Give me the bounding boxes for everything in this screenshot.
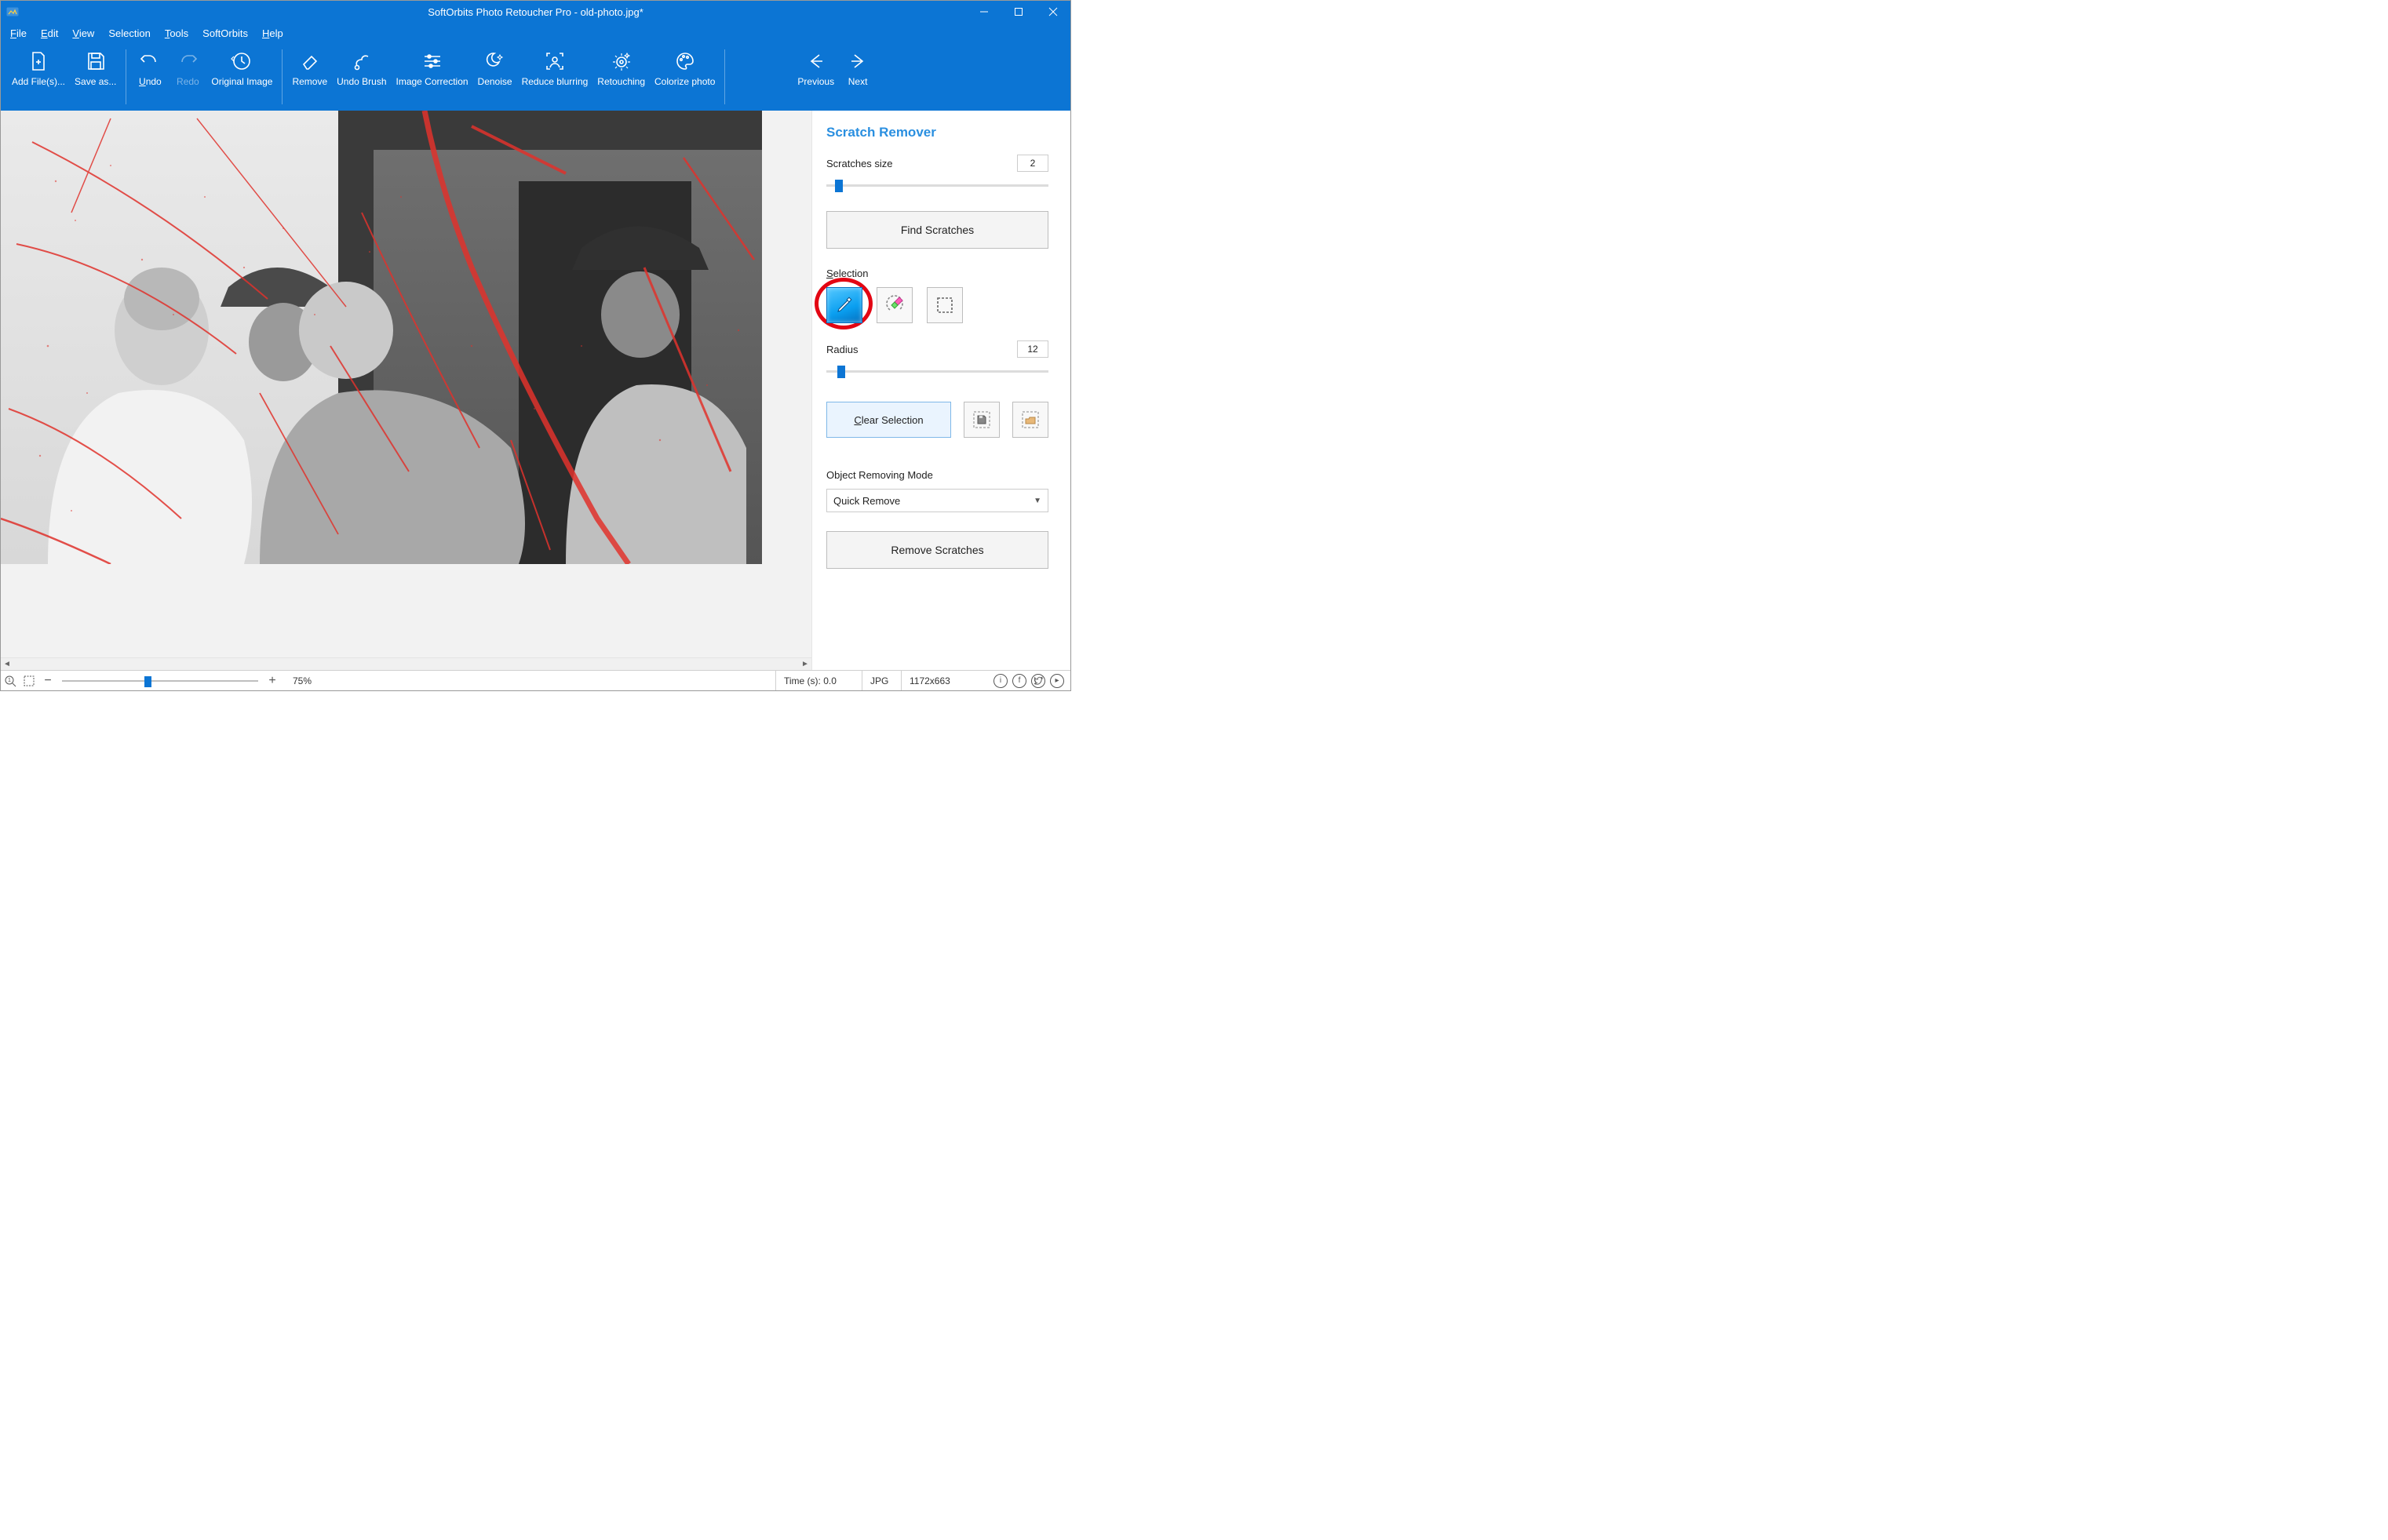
- save-icon: [85, 48, 107, 75]
- svg-text:1: 1: [8, 678, 11, 683]
- object-removing-mode-combo[interactable]: Quick Remove ▼: [826, 489, 1048, 512]
- object-removing-mode-label: Object Removing Mode: [826, 469, 1048, 481]
- eraser-color-icon: [884, 294, 906, 316]
- statusbar: 1 − + 75% Time (s): 0.0 JPG 1172x663 i f…: [1, 670, 1070, 690]
- scratches-size-slider[interactable]: [826, 178, 1048, 192]
- focus-person-icon: [544, 48, 566, 75]
- app-window: SoftOrbits Photo Retoucher Pro - old-pho…: [0, 0, 1071, 691]
- undo-brush-button[interactable]: Undo Brush: [332, 46, 391, 89]
- scratches-size-input[interactable]: 2: [1017, 155, 1048, 172]
- find-scratches-button[interactable]: Find Scratches: [826, 211, 1048, 249]
- marquee-tool-button[interactable]: [927, 287, 963, 323]
- redo-button[interactable]: Redo: [169, 46, 206, 89]
- marker-tool-button[interactable]: [826, 287, 862, 323]
- radius-label: Radius: [826, 344, 858, 355]
- reduce-blurring-button[interactable]: Reduce blurring: [517, 46, 593, 89]
- arrow-left-icon: [805, 48, 827, 75]
- selection-label: Selection: [826, 268, 1048, 279]
- chevron-down-icon: ▼: [1034, 497, 1041, 505]
- original-image-button[interactable]: Original Image: [206, 46, 277, 89]
- load-selection-icon: [1020, 410, 1041, 430]
- save-as-button[interactable]: Save as...: [70, 46, 121, 89]
- close-button[interactable]: [1036, 1, 1070, 23]
- colorize-photo-button[interactable]: Colorize photo: [650, 46, 720, 89]
- image-correction-button[interactable]: Image Correction: [392, 46, 473, 89]
- arrow-right-icon: [847, 48, 869, 75]
- format-readout: JPG: [862, 671, 901, 690]
- sidebar: Scratch Remover Scratches size 2 Find Sc…: [811, 111, 1070, 670]
- zoom-value: 75%: [293, 675, 312, 686]
- radius-slider[interactable]: [826, 364, 1048, 378]
- add-files-button[interactable]: Add File(s)...: [7, 46, 70, 89]
- zoom-in-button[interactable]: +: [263, 672, 282, 690]
- retouching-button[interactable]: Retouching: [592, 46, 650, 89]
- save-selection-button[interactable]: [964, 402, 1000, 438]
- radius-input[interactable]: 12: [1017, 340, 1048, 358]
- panel-heading: Scratch Remover: [826, 125, 1048, 140]
- horizontal-scrollbar[interactable]: ◄ ►: [1, 657, 811, 670]
- menu-edit[interactable]: Edit: [41, 27, 58, 39]
- previous-button[interactable]: Previous: [793, 46, 839, 89]
- menu-tools[interactable]: Tools: [165, 27, 188, 39]
- maximize-button[interactable]: [1001, 1, 1036, 23]
- menu-selection[interactable]: Selection: [108, 27, 150, 39]
- toolbar: Add File(s)... Save as... Undo Redo Orig…: [1, 43, 1070, 111]
- save-selection-icon: [972, 410, 992, 430]
- window-title: SoftOrbits Photo Retoucher Pro - old-pho…: [1, 6, 1070, 18]
- menu-softorbits[interactable]: SoftOrbits: [202, 27, 248, 39]
- scroll-right-icon[interactable]: ►: [799, 658, 811, 671]
- app-icon: [5, 5, 20, 19]
- fit-window-button[interactable]: [20, 672, 38, 690]
- load-selection-button[interactable]: [1012, 402, 1048, 438]
- gear-sparkle-icon: [611, 48, 633, 75]
- zoom-slider[interactable]: [62, 673, 258, 689]
- marquee-icon: [935, 296, 954, 315]
- moon-sparkle-icon: [484, 48, 506, 75]
- eraser-icon: [299, 48, 321, 75]
- brush-undo-icon: [351, 48, 373, 75]
- undo-icon: [138, 48, 162, 75]
- menu-help[interactable]: Help: [262, 27, 283, 39]
- info-link[interactable]: i: [993, 674, 1008, 688]
- facebook-link[interactable]: f: [1012, 674, 1026, 688]
- dimensions-readout: 1172x663: [901, 671, 987, 690]
- scratches-size-label: Scratches size: [826, 158, 893, 169]
- clear-selection-button[interactable]: Clear Selection: [826, 402, 951, 438]
- time-readout: Time (s): 0.0: [775, 671, 862, 690]
- scroll-left-icon[interactable]: ◄: [1, 658, 13, 671]
- undo-button[interactable]: Undo: [131, 46, 169, 89]
- menubar: File Edit View Selection Tools SoftOrbit…: [1, 23, 1070, 43]
- add-file-icon: [27, 48, 49, 75]
- remove-button[interactable]: Remove: [287, 46, 332, 89]
- marker-icon: [834, 295, 855, 315]
- youtube-link[interactable]: ▸: [1050, 674, 1064, 688]
- remove-scratches-button[interactable]: Remove Scratches: [826, 531, 1048, 569]
- titlebar: SoftOrbits Photo Retoucher Pro - old-pho…: [1, 1, 1070, 23]
- twitter-link[interactable]: [1031, 674, 1045, 688]
- menu-file[interactable]: File: [10, 27, 27, 39]
- next-button[interactable]: Next: [839, 46, 877, 89]
- sliders-icon: [421, 48, 443, 75]
- zoom-reset-button[interactable]: 1: [1, 672, 20, 690]
- denoise-button[interactable]: Denoise: [473, 46, 517, 89]
- redo-icon: [176, 48, 199, 75]
- eraser-tool-button[interactable]: [877, 287, 913, 323]
- minimize-button[interactable]: [967, 1, 1001, 23]
- menu-view[interactable]: View: [72, 27, 94, 39]
- image-canvas[interactable]: [1, 111, 811, 657]
- photo-content: [1, 111, 762, 564]
- history-icon: [231, 48, 253, 75]
- palette-icon: [674, 48, 696, 75]
- zoom-out-button[interactable]: −: [38, 672, 57, 690]
